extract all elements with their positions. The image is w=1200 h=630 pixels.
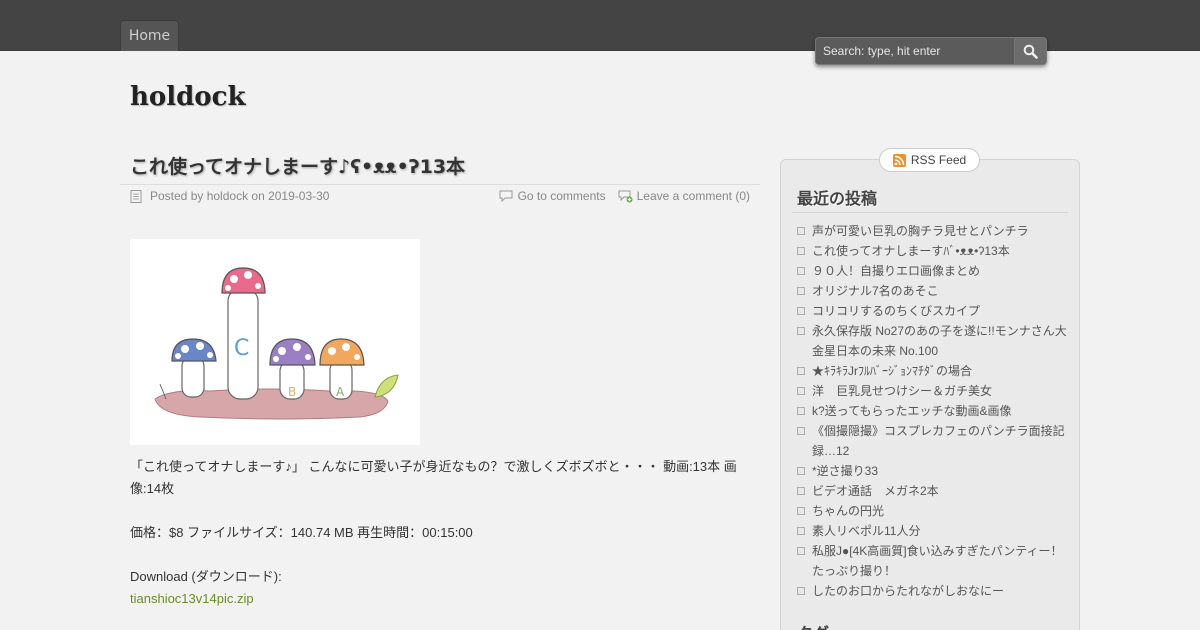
nav-home-tab[interactable]: Home — [120, 20, 179, 51]
leave-comment-link[interactable]: Leave a comment (0) — [637, 189, 750, 203]
recent-post-link[interactable]: ９０人！自撮りエロ画像まとめ — [796, 261, 1068, 281]
mushroom-letter-c: C — [234, 336, 249, 361]
recent-post-link[interactable]: したのお口からたれながしおなにー — [796, 581, 1068, 601]
rss-feed-button[interactable]: RSS Feed — [879, 148, 980, 172]
mushroom-letter-b: B — [288, 385, 296, 399]
recent-post-link[interactable]: 声が可愛い巨乳の胸チラ見せとパンチラ — [796, 221, 1068, 241]
post-description: 「これ使ってオナしまーす♪」 こんなに可愛い子が身近なもの？で激しくズボズボと・… — [130, 459, 737, 496]
recent-post-link[interactable]: 私服J●[4K高画質]食い込みすぎたパンティー！たっぷり撮り！ — [796, 541, 1068, 581]
recent-post-link[interactable]: ちゃんの円光 — [796, 501, 1068, 521]
post-image[interactable]: C B A — [130, 239, 420, 445]
recent-post-link[interactable]: ★ｷﾗｷﾗJrﾌﾙﾊﾞｰｼﾞｮﾝﾏﾁﾀﾞの場合 — [796, 361, 1068, 381]
recent-post-link[interactable]: *逆さ撮り33 — [796, 461, 1068, 481]
recent-posts-list: 声が可愛い巨乳の胸チラ見せとパンチラ これ使ってオナしまーすﾊﾞ•ᴥᴥ•ʔ13本… — [796, 221, 1068, 601]
search-button[interactable] — [1014, 37, 1047, 65]
recent-post-link[interactable]: ビデオ通話 メガネ2本 — [796, 481, 1068, 501]
rss-feed-label: RSS Feed — [910, 153, 967, 167]
mushroom-letter-a: A — [336, 385, 345, 399]
recent-post-link[interactable]: k?送ってもらったエッチな動画&画像 — [796, 401, 1068, 421]
mushroom-illustration: C B A — [154, 267, 399, 420]
recent-post-link[interactable]: 永久保存版 No27のあの子を遂に!!モンナさん大金星日本の未来 No.100 — [796, 321, 1068, 361]
recent-post-link[interactable]: 洋 巨乳見せつけシー＆ガチ美女 — [796, 381, 1068, 401]
comment-bubble-icon — [499, 190, 513, 202]
site-title[interactable]: holdock — [130, 82, 246, 112]
recent-post-link[interactable]: これ使ってオナしまーすﾊﾞ•ᴥᴥ•ʔ13本 — [796, 241, 1068, 261]
recent-post-link[interactable]: コリコリするのちくびスカイプ — [796, 301, 1068, 321]
post-price-info: 価格：$8 ファイルサイズ：140.74 MB 再生時間：00:15:00 — [130, 525, 473, 540]
recent-post-link[interactable]: オリジナル7名のあそこ — [796, 281, 1068, 301]
recent-posts-heading: 最近の投稿 — [797, 189, 878, 208]
tags-heading: タグ — [797, 620, 829, 630]
recent-post-link[interactable]: 素人リベポル11人分 — [796, 521, 1068, 541]
search-form — [815, 37, 1047, 65]
download-label: Download (ダウンロード): — [130, 569, 282, 584]
search-icon — [1023, 44, 1038, 59]
download-link[interactable]: tianshioc13v14pic.zip — [130, 588, 755, 610]
go-to-comments-link[interactable]: Go to comments — [518, 189, 606, 203]
document-icon — [130, 189, 142, 203]
search-input[interactable] — [815, 37, 1014, 65]
post-body: 「これ使ってオナしまーす♪」 こんなに可愛い子が身近なもの？で激しくズボズボと・… — [130, 456, 755, 610]
add-comment-icon — [618, 190, 633, 202]
post-title[interactable]: これ使ってオナしまーす♪ʕ•ᴥᴥ•ʔ13本 — [130, 152, 750, 179]
post-meta: Posted by holdock on 2019-03-30 Go to co… — [120, 184, 760, 208]
rss-icon — [892, 153, 906, 167]
heading-divider — [792, 212, 1068, 213]
recent-post-link[interactable]: 《個撮隠撮》コスプレカフェのパンチラ面接記録…12 — [796, 421, 1068, 461]
post-author-date: Posted by holdock on 2019-03-30 — [150, 189, 330, 203]
